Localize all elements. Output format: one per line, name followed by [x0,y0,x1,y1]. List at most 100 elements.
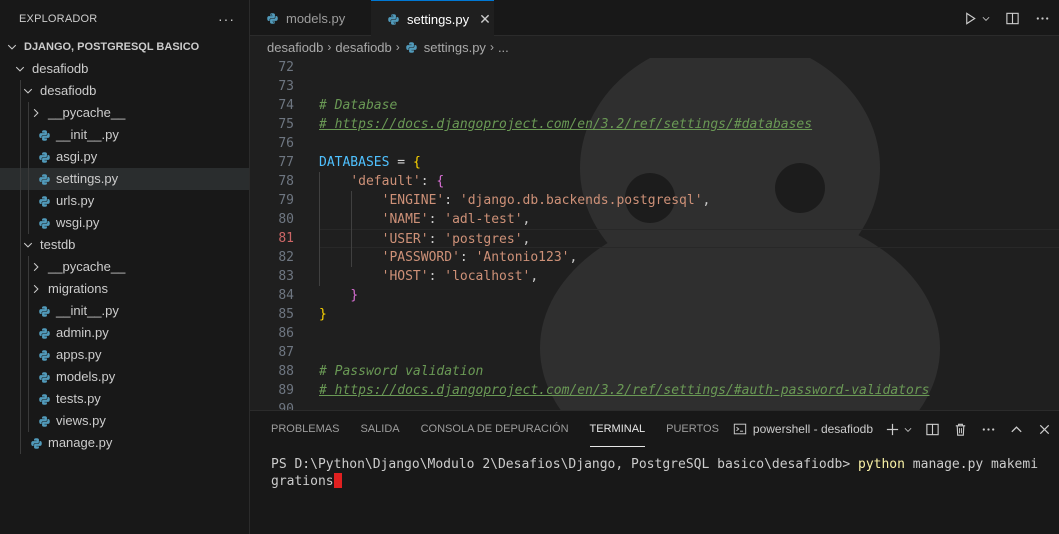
code-punctuation: : [444,193,460,208]
code-string: 'default' [350,174,421,189]
indent-guide [28,366,29,388]
breadcrumb-file[interactable]: settings.py [424,40,486,55]
code-punctuation: , [702,193,711,208]
tree-item-label: models.py [56,369,116,384]
panel-actions: powershell - desafiodb [733,411,1053,447]
breadcrumb-item[interactable]: desafiodb [335,40,391,55]
tree-item-label: asgi.py [56,149,98,164]
tree-item-label: __pycache__ [48,105,126,120]
chevron-down-icon [20,83,36,99]
code-punctuation: : [459,250,476,265]
more-actions-icon[interactable] [979,420,997,438]
code-string: 'adl-test' [444,212,523,227]
indent-guide [20,278,21,300]
chevron-down-icon[interactable] [981,9,991,27]
tree-file[interactable]: __init__.py [0,300,249,322]
python-file-icon [36,413,52,429]
tree-file[interactable]: __init__.py [0,124,249,146]
code-link[interactable]: # https://docs.djangoproject.com/en/3.2/… [319,383,929,398]
line-number-gutter: 72 73 74 75 76 77 78 79 80 81 82 83 84 85 86 87 88 89 90 [250,58,302,410]
indent-guide [28,102,29,124]
tree-file[interactable]: tests.py [0,388,249,410]
tree-file[interactable]: views.py [0,410,249,432]
tree-file[interactable]: models.py [0,366,249,388]
code-line: # https://docs.djangoproject.com/en/3.2/… [319,115,1059,134]
more-actions-icon[interactable] [1033,9,1051,27]
python-file-icon [36,303,52,319]
code-punctuation: : [428,269,445,284]
tree-folder[interactable]: migrations [0,278,249,300]
panel-tab-salida[interactable]: SALIDA [360,411,399,447]
run-icon[interactable] [961,9,979,27]
close-icon[interactable]: ✕ [479,11,491,28]
tree-folder[interactable]: testdb [0,234,249,256]
terminal-cursor [333,473,342,488]
panel-tab-terminal[interactable]: TERMINAL [589,411,646,447]
plus-icon[interactable] [883,420,901,438]
split-editor-icon[interactable] [1003,9,1021,27]
code-punctuation: , [530,269,539,284]
line-number: 82 [278,250,294,265]
code-punctuation: : [428,212,445,227]
trash-icon[interactable] [951,420,969,438]
more-actions-icon[interactable]: ··· [218,11,235,27]
panel-tab-problemas[interactable]: PROBLEMAS [271,411,339,447]
code-link[interactable]: # https://docs.djangoproject.com/en/3.2/… [319,117,812,132]
python-file-icon [385,11,401,27]
tree-file[interactable]: manage.py [0,432,249,454]
tree-file[interactable]: settings.py [0,168,249,190]
line-number: 81 [278,231,294,246]
editor-actions [961,0,1051,36]
python-file-icon [36,215,52,231]
code-string: 'localhost' [444,269,531,284]
line-number: 90 [278,402,294,410]
panel-tab-consola-de-depuraci-n[interactable]: CONSOLA DE DEPURACIÓN [421,411,569,447]
tree-file[interactable]: admin.py [0,322,249,344]
tree-item-label: migrations [48,281,108,296]
breadcrumb-item[interactable]: desafiodb [267,40,323,55]
indent-guide [28,300,29,322]
tree-item-label: settings.py [56,171,119,186]
indent-guide [20,322,21,344]
indent-guide [20,388,21,410]
indent-guide [28,124,29,146]
tree-item-label: desafiodb [40,83,97,98]
terminal-selector[interactable]: powershell - desafiodb [733,422,873,436]
tree-folder[interactable]: __pycache__ [0,102,249,124]
indent-guide [20,124,21,146]
close-icon[interactable] [1035,420,1053,438]
tree-file[interactable]: wsgi.py [0,212,249,234]
tab-settings-py[interactable]: settings.py ✕ [371,0,494,37]
terminal-output[interactable]: PS D:\Python\Django\Modulo 2\Desafios\Dj… [271,457,1039,490]
line-number: 88 [278,364,294,379]
tree-folder[interactable]: desafiodb [0,80,249,102]
line-number: 72 [278,60,294,75]
tree-file[interactable]: asgi.py [0,146,249,168]
tree-folder[interactable]: __pycache__ [0,256,249,278]
code-line: # Password validation [319,362,1059,381]
panel-tab-puertos[interactable]: PUERTOS [666,411,719,447]
tree-item-label: testdb [40,237,76,252]
indent-guide [20,102,21,124]
code-string: 'postgres' [444,232,523,247]
code-editor[interactable]: 72 73 74 75 76 77 78 79 80 81 82 83 84 85 86 87 88 89 90 #… [250,58,1059,410]
chevron-up-icon[interactable] [1007,420,1025,438]
tree-item-label: __init__.py [56,127,119,142]
python-file-icon [264,10,280,26]
breadcrumb-symbols[interactable]: ... [498,40,509,55]
python-file-icon [36,193,52,209]
tree-file[interactable]: urls.py [0,190,249,212]
tree-file[interactable]: apps.py [0,344,249,366]
code-line: DATABASES = { [319,153,1059,172]
tree-root-folder[interactable]: DJANGO, POSTGRESQL BASICO [0,36,249,58]
code-line: 'PASSWORD': 'Antonio123', [319,248,1059,267]
tab-models-py[interactable]: models.py [250,0,371,36]
chevron-down-icon [4,39,20,55]
split-terminal-icon[interactable] [923,420,941,438]
line-number: 85 [278,307,294,322]
chevron-down-icon[interactable] [903,420,913,438]
tree-folder[interactable]: desafiodb [0,58,249,80]
